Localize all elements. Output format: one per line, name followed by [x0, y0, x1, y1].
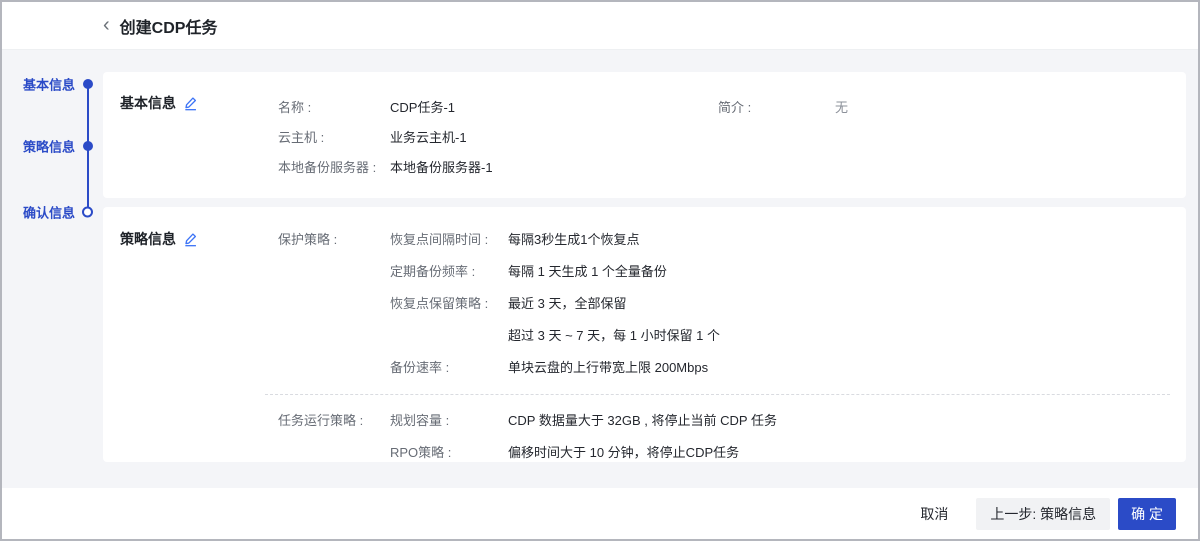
- basic-info-card-title: 基本信息: [120, 95, 176, 111]
- policy-label: 规划容量 :: [390, 413, 450, 428]
- field-row-description: 简介 : 无: [718, 93, 848, 123]
- policy-row-retention-policy: 恢复点保留策略 : 最近 3 天，全部保留 超过 3 天 ~ 7 天，每 1 小…: [390, 288, 1170, 352]
- footer-action-bar: 取消 上一步: 策略信息 确 定: [2, 488, 1198, 539]
- group-label: 任务运行策略 :: [278, 413, 364, 428]
- field-value: CDP任务-1: [390, 100, 456, 115]
- policy-row-recovery-interval: 恢复点间隔时间 : 每隔3秒生成1个恢复点: [390, 224, 1170, 256]
- policy-info-card-head: 策略信息: [120, 229, 198, 249]
- field-label: 云主机 :: [278, 130, 325, 145]
- field-row-cloud-host: 云主机 : 业务云主机-1: [278, 123, 718, 153]
- field-label: 本地备份服务器 :: [278, 160, 377, 175]
- policy-label: 备份速率 :: [390, 360, 450, 375]
- policy-row-planned-capacity: 规划容量 : CDP 数据量大于 32GB , 将停止当前 CDP 任务: [390, 405, 1170, 437]
- field-row-name: 名称 : CDP任务-1: [278, 93, 718, 123]
- policy-label: 恢复点间隔时间 :: [390, 232, 489, 247]
- policy-value: 最近 3 天，全部保留 超过 3 天 ~ 7 天，每 1 小时保留 1 个: [508, 288, 720, 352]
- basic-info-right-column: 简介 : 无: [718, 93, 848, 183]
- basic-info-card: 基本信息 名称 : CDP任务-1 云主机 : 业务云主机-1 本地备份服务器 …: [103, 72, 1186, 198]
- group-rows: 恢复点间隔时间 : 每隔3秒生成1个恢复点 定期备份频率 : 每隔 1 天生成 …: [390, 224, 1170, 384]
- step-label: 基本信息: [22, 77, 75, 93]
- field-value: 业务云主机-1: [390, 130, 467, 145]
- field-row-local-backup-server: 本地备份服务器 : 本地备份服务器-1: [278, 153, 718, 183]
- policy-label: RPO策略 :: [390, 445, 452, 460]
- confirm-button[interactable]: 确 定: [1118, 497, 1176, 530]
- basic-info-card-head: 基本信息: [120, 93, 198, 113]
- field-label: 简介 :: [718, 100, 752, 115]
- policy-info-card-title: 策略信息: [120, 231, 176, 247]
- edit-basic-info-icon[interactable]: [183, 96, 198, 111]
- step-label: 策略信息: [22, 139, 75, 155]
- group-rows: 规划容量 : CDP 数据量大于 32GB , 将停止当前 CDP 任务 RPO…: [390, 405, 1170, 469]
- basic-info-left-column: 名称 : CDP任务-1 云主机 : 业务云主机-1 本地备份服务器 : 本地备份服务…: [278, 93, 718, 183]
- policy-info-card: 策略信息 保护策略 : 恢复点间隔时间 : 每隔3秒生成1个恢复点 定期备份频率…: [103, 207, 1186, 462]
- policy-value-line: 最近 3 天，全部保留: [508, 296, 627, 311]
- policy-row-rpo-policy: RPO策略 : 偏移时间大于 10 分钟，将停止CDP任务: [390, 437, 1170, 469]
- step-policy-info[interactable]: 策略信息: [2, 136, 103, 156]
- basic-info-content: 名称 : CDP任务-1 云主机 : 业务云主机-1 本地备份服务器 : 本地备份服务…: [278, 93, 1170, 183]
- policy-value: 偏移时间大于 10 分钟，将停止CDP任务: [508, 445, 740, 460]
- step-dot-hollow-icon: [82, 206, 93, 218]
- group-label: 保护策略 :: [278, 232, 338, 247]
- policy-row-backup-frequency: 定期备份频率 : 每隔 1 天生成 1 个全量备份: [390, 256, 1170, 288]
- step-dot-filled-icon: [83, 79, 93, 89]
- policy-value: 每隔3秒生成1个恢复点: [508, 232, 640, 247]
- stepper: 基本信息 策略信息 确认信息: [2, 50, 103, 488]
- policy-label: 定期备份频率 :: [390, 264, 476, 279]
- step-label: 确认信息: [22, 205, 75, 221]
- policy-value: CDP 数据量大于 32GB , 将停止当前 CDP 任务: [508, 413, 777, 428]
- policy-row-backup-rate: 备份速率 : 单块云盘的上行带宽上限 200Mbps: [390, 352, 1170, 384]
- protection-policy-group: 保护策略 : 恢复点间隔时间 : 每隔3秒生成1个恢复点 定期备份频率 : 每隔…: [278, 224, 1170, 384]
- field-value: 无: [835, 100, 849, 115]
- page-header: ‹ 创建CDP任务: [2, 2, 1198, 50]
- cancel-button[interactable]: 取消: [914, 498, 954, 530]
- policy-label: 恢复点保留策略 :: [390, 296, 489, 311]
- create-cdp-task-window: ‹ 创建CDP任务 基本信息 策略信息 确认信息 基本信息 名称: CDP任务…: [0, 0, 1200, 541]
- step-dot-filled-icon: [83, 141, 93, 151]
- page-body: 基本信息 策略信息 确认信息 基本信息 名称: CDP任务-1 云主机: 业…: [2, 50, 1198, 488]
- policy-value-line: 超过 3 天 ~ 7 天，每 1 小时保留 1 个: [508, 328, 721, 343]
- back-icon[interactable]: ‹: [103, 15, 110, 35]
- page-title: 创建CDP任务: [119, 19, 218, 37]
- field-value: 本地备份服务器-1: [390, 160, 493, 175]
- edit-policy-info-icon[interactable]: [183, 232, 198, 247]
- main-content: 基本信息 名称 : CDP任务-1 云主机 : 业务云主机-1 本地备份服务器 …: [103, 72, 1186, 462]
- policy-value: 单块云盘的上行带宽上限 200Mbps: [508, 360, 709, 375]
- task-run-policy-group: 任务运行策略 : 规划容量 : CDP 数据量大于 32GB , 将停止当前 C…: [278, 405, 1170, 469]
- field-label: 名称 :: [278, 100, 312, 115]
- step-basic-info[interactable]: 基本信息: [2, 74, 103, 94]
- step-confirm-info[interactable]: 确认信息: [2, 202, 103, 222]
- previous-step-button[interactable]: 上一步: 策略信息: [976, 497, 1111, 530]
- policy-value: 每隔 1 天生成 1 个全量备份: [508, 264, 667, 279]
- group-divider: [265, 394, 1170, 395]
